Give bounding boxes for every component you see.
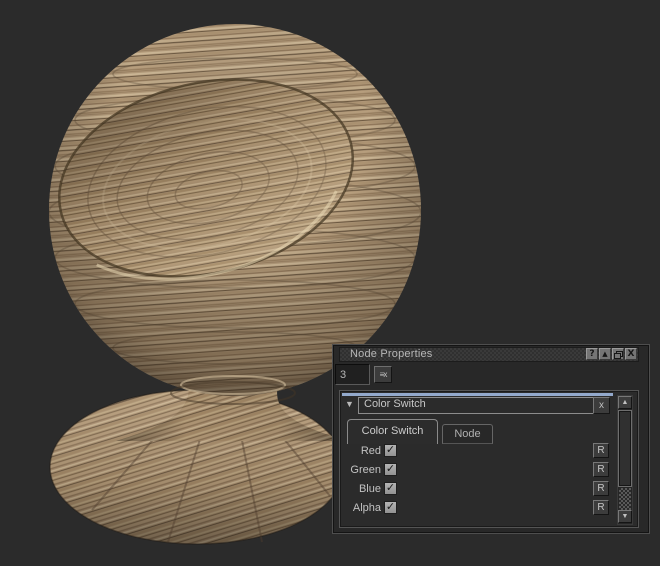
section-scrollbar: ▲ ▼ — [617, 395, 633, 525]
channel-row-alpha: Alpha ✓ R — [340, 501, 613, 516]
app-root: { "colors": { "background": "#2b2b2b", "… — [0, 0, 660, 566]
channel-label: Blue — [340, 483, 381, 495]
scroll-down-icon[interactable]: ▼ — [618, 510, 632, 523]
channel-label: Green — [340, 464, 381, 476]
green-reset-button[interactable]: R — [593, 462, 609, 477]
channel-row-red: Red ✓ R — [340, 444, 613, 459]
alpha-checkbox[interactable]: ✓ — [384, 501, 397, 514]
restore-icon[interactable] — [612, 348, 624, 360]
tab-node[interactable]: Node — [442, 424, 493, 444]
tab-color-switch[interactable]: Color Switch — [347, 419, 438, 444]
channel-label: Red — [340, 445, 381, 457]
alpha-reset-button[interactable]: R — [593, 500, 609, 515]
node-count-input[interactable] — [335, 364, 370, 385]
titlebar-buttons: ? ▲ X — [586, 348, 637, 361]
blue-checkbox[interactable]: ✓ — [384, 482, 397, 495]
channel-row-blue: Blue ✓ R — [340, 482, 613, 497]
close-icon[interactable]: X — [625, 348, 637, 360]
green-checkbox[interactable]: ✓ — [384, 463, 397, 476]
scrollbar-track[interactable] — [619, 488, 631, 510]
node-properties-panel: Node Properties ? ▲ X ≡x ▼ Color Switch … — [332, 344, 650, 534]
collapse-arrow-icon[interactable]: ▼ — [345, 399, 354, 409]
help-icon[interactable]: ? — [586, 348, 598, 360]
channel-row-green: Green ✓ R — [340, 463, 613, 478]
rollup-icon[interactable]: ▲ — [599, 348, 611, 360]
selection-highlight-bar — [342, 393, 613, 396]
panel-title: Node Properties — [350, 348, 433, 361]
panel-titlebar[interactable]: Node Properties ? ▲ X — [339, 347, 639, 362]
node-list-section: ▼ Color Switch x Color Switch Node Red ✓… — [339, 390, 639, 528]
clear-nodes-button[interactable]: ≡x — [374, 366, 392, 383]
blue-reset-button[interactable]: R — [593, 481, 609, 496]
channel-label: Alpha — [340, 502, 381, 514]
red-checkbox[interactable]: ✓ — [384, 444, 397, 457]
remove-node-button[interactable]: x — [593, 397, 610, 414]
scroll-up-icon[interactable]: ▲ — [618, 396, 632, 409]
node-name-field[interactable]: Color Switch — [358, 397, 602, 414]
red-reset-button[interactable]: R — [593, 443, 609, 458]
scrollbar-thumb[interactable] — [618, 410, 632, 487]
